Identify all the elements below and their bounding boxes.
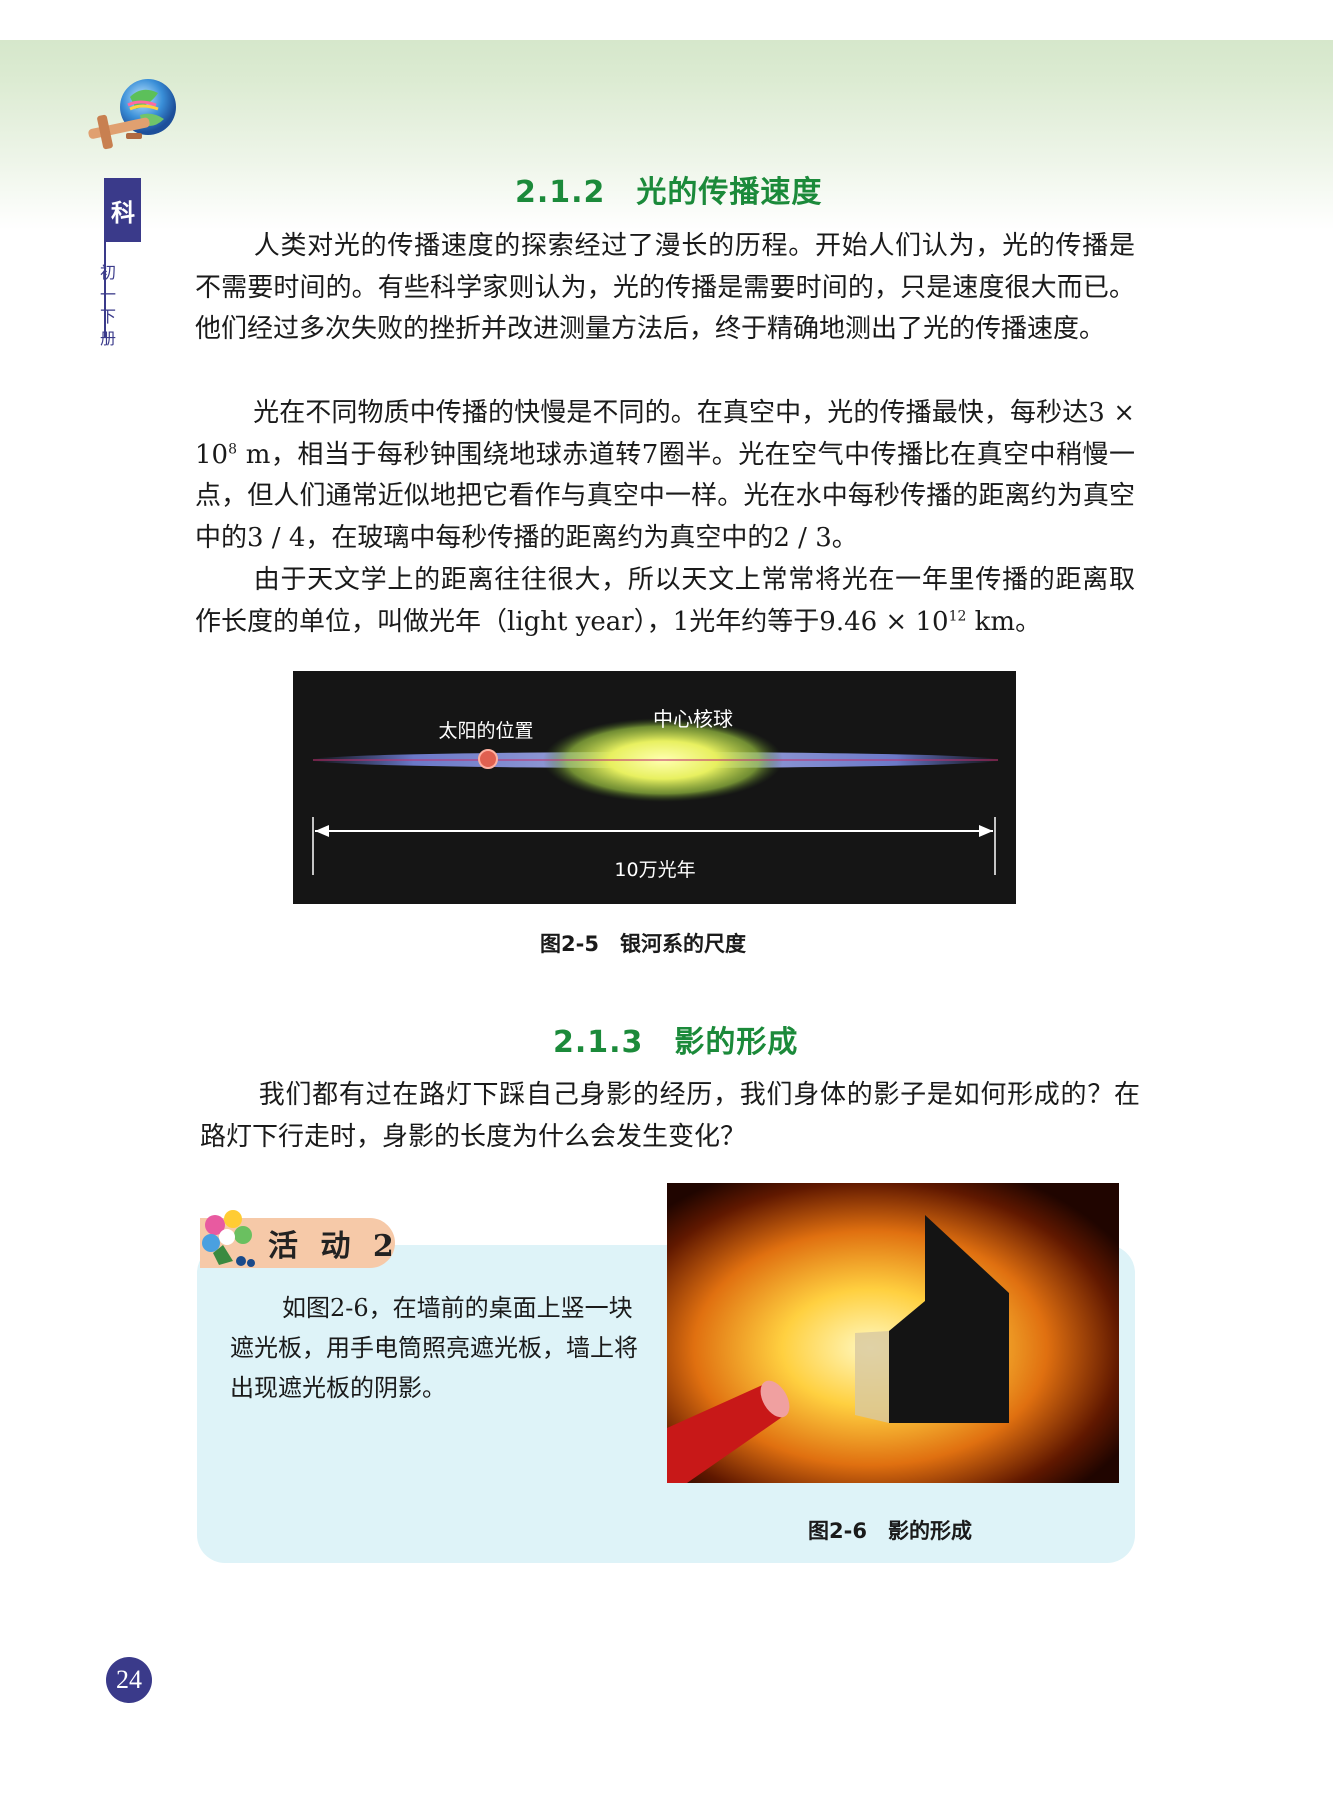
activity-instructions: 如图2-6，在墙前的桌面上竖一块遮光板，用手电筒照亮遮光板，墙上将出现遮光板的阴… bbox=[230, 1294, 638, 1402]
galaxy-figure: 中心核球 太阳的位置 10万光年 bbox=[293, 671, 1016, 904]
figure-caption-galaxy: 图2-5 银河系的尺度 bbox=[540, 932, 746, 956]
shield-board bbox=[855, 1331, 889, 1423]
sun-marker bbox=[478, 749, 498, 769]
paragraph-shadow-question: 我们都有过在路灯下踩自己身影的经历，我们身体的影子是如何形成的？在路灯下行走时，… bbox=[200, 1080, 1140, 1152]
figure-caption-shadow: 图2-6 影的形成 bbox=[808, 1519, 972, 1543]
page-number: 24 bbox=[106, 1657, 152, 1703]
label-sun: 太阳的位置 bbox=[438, 720, 533, 742]
paragraph-light-year: 由于天文学上的距离往往很大，所以天文上常常将光在一年里传播的距离取作长度的单位，… bbox=[195, 565, 1135, 637]
section-title-speed: 2.1.2 光的传播速度 bbox=[515, 175, 823, 210]
globe-airplane-logo-icon bbox=[88, 79, 176, 150]
section-title-shadow: 2.1.3 影的形成 bbox=[553, 1025, 799, 1060]
paragraph-speed: 光在不同物质中传播的快慢是不同的。在真空中，光的传播最快，每秒达3 × 108 … bbox=[195, 398, 1135, 553]
grade-label: 初一下册 bbox=[99, 263, 116, 348]
subject-tab: 科 bbox=[105, 178, 141, 242]
paragraph-history: 人类对光的传播速度的探索经过了漫长的历程。开始人们认为，光的传播是不需要时间的。… bbox=[195, 231, 1135, 344]
label-scale: 10万光年 bbox=[614, 859, 695, 881]
shadow-figure bbox=[667, 1183, 1119, 1483]
activity-flower-icon bbox=[202, 1210, 255, 1267]
label-core: 中心核球 bbox=[653, 707, 733, 731]
